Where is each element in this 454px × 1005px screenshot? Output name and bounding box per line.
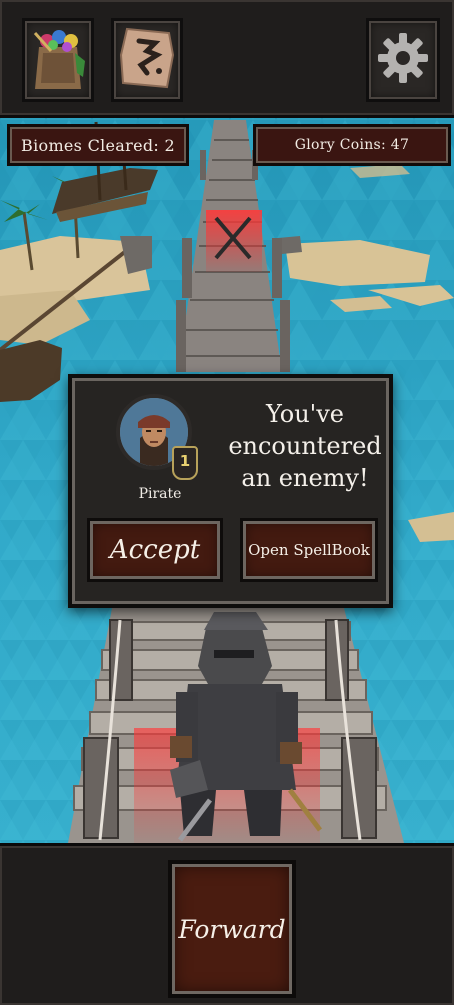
inventory-button[interactable] bbox=[22, 18, 94, 102]
glory-coins-counter: Glory Coins: 47 bbox=[253, 124, 451, 166]
accept-button[interactable]: Accept bbox=[87, 518, 223, 582]
enemy-portrait: 1 bbox=[116, 394, 198, 480]
rune-scroll-icon bbox=[117, 25, 177, 95]
spellbook-shortcut-button[interactable] bbox=[111, 18, 183, 102]
enemy-name-label: Pirate bbox=[138, 486, 182, 502]
enemy-level-badge: 1 bbox=[172, 446, 198, 480]
settings-button[interactable] bbox=[366, 18, 440, 102]
gear-icon bbox=[376, 31, 430, 89]
backpack-icon bbox=[29, 23, 87, 97]
encounter-message-line: encountered bbox=[228, 432, 382, 460]
bottom-bar: Forward bbox=[0, 843, 454, 1005]
open-spellbook-button[interactable]: Open SpellBook bbox=[240, 518, 378, 582]
encounter-dialog: 1 Pirate You've encountered an enemy! Ac… bbox=[68, 374, 393, 608]
encounter-message-line: You've bbox=[265, 400, 345, 428]
forward-button[interactable]: Forward bbox=[168, 860, 296, 998]
encounter-message-line: an enemy! bbox=[241, 464, 369, 492]
biomes-cleared-counter: Biomes Cleared: 2 bbox=[7, 124, 189, 166]
top-bar bbox=[0, 0, 454, 118]
encounter-message: You've encountered an enemy! bbox=[222, 398, 388, 494]
